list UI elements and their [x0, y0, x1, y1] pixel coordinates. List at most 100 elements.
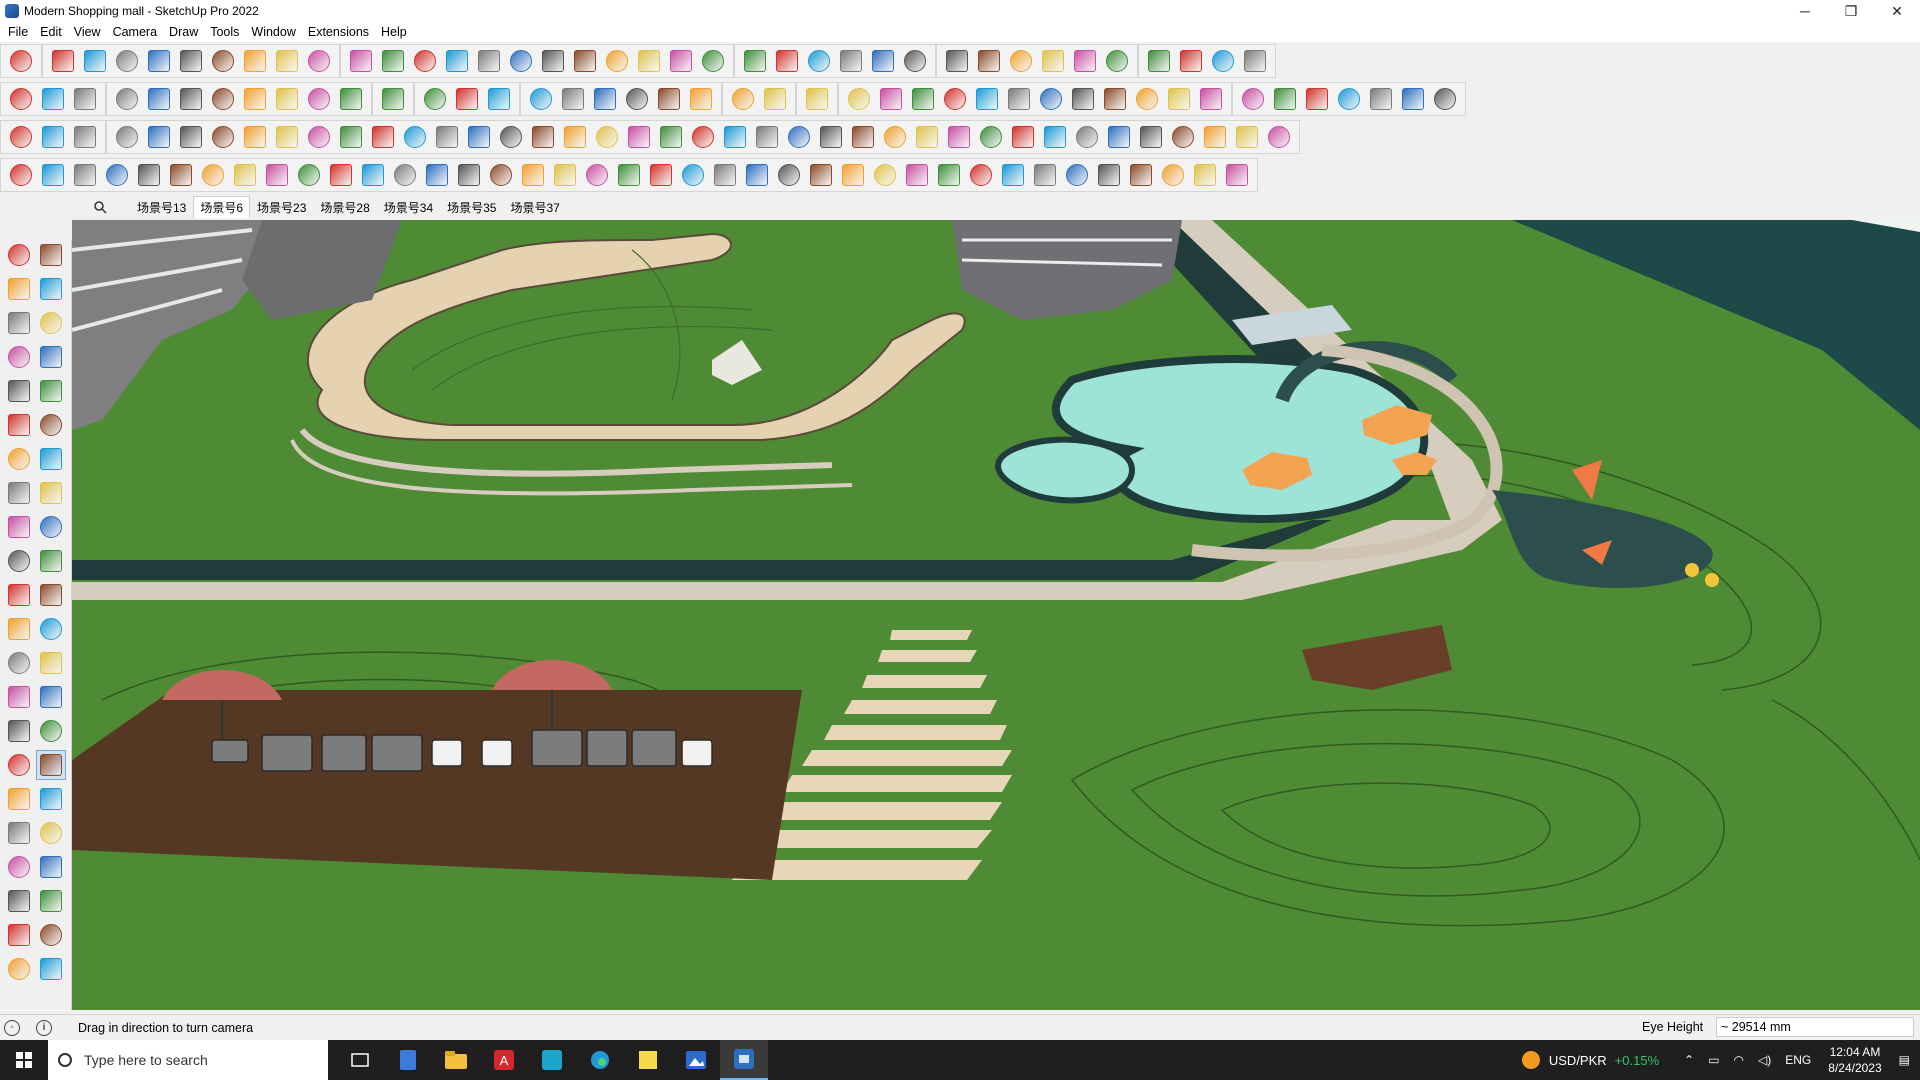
- toolbar-tool-icon[interactable]: [601, 45, 633, 77]
- toolbar-tool-icon[interactable]: [803, 45, 835, 77]
- large-tool-icon[interactable]: [36, 546, 66, 576]
- toolbar-tool-icon[interactable]: [69, 159, 101, 191]
- toolbar-tool-icon[interactable]: [815, 121, 847, 153]
- toolbar-tool-icon[interactable]: [47, 45, 79, 77]
- toolbar-tool-icon[interactable]: [451, 83, 483, 115]
- toolbar-tool-icon[interactable]: [421, 159, 453, 191]
- info-icon[interactable]: i: [36, 1019, 52, 1036]
- toolbar-tool-icon[interactable]: [1263, 121, 1295, 153]
- toolbar-tool-icon[interactable]: [1103, 121, 1135, 153]
- toolbar-tool-icon[interactable]: [5, 121, 37, 153]
- toolbar-tool-icon[interactable]: [973, 45, 1005, 77]
- toolbar-tool-icon[interactable]: [867, 45, 899, 77]
- toolbar-tool-icon[interactable]: [473, 45, 505, 77]
- toolbar-tool-icon[interactable]: [655, 121, 687, 153]
- toolbar-tool-icon[interactable]: [869, 159, 901, 191]
- model-viewport[interactable]: [72, 220, 1920, 1010]
- toolbar-tool-icon[interactable]: [1067, 83, 1099, 115]
- toolbar-tool-icon[interactable]: [1029, 159, 1061, 191]
- toolbar-tool-icon[interactable]: [559, 121, 591, 153]
- large-tool-icon[interactable]: [36, 308, 66, 338]
- large-tool-icon[interactable]: [36, 478, 66, 508]
- toolbar-tool-icon[interactable]: [1397, 83, 1429, 115]
- toolbar-tool-icon[interactable]: [293, 159, 325, 191]
- toolbar-tool-icon[interactable]: [965, 159, 997, 191]
- large-tool-icon[interactable]: [4, 818, 34, 848]
- toolbar-tool-icon[interactable]: [175, 45, 207, 77]
- toolbar-tool-icon[interactable]: [495, 121, 527, 153]
- acrobat-icon[interactable]: A: [480, 1040, 528, 1080]
- scene-tab[interactable]: 场景号23: [250, 196, 313, 219]
- toolbar-tool-icon[interactable]: [1175, 45, 1207, 77]
- large-tool-icon[interactable]: [4, 682, 34, 712]
- toolbar-tool-icon[interactable]: [1189, 159, 1221, 191]
- toolbar-tool-icon[interactable]: [527, 121, 559, 153]
- large-tool-icon[interactable]: [36, 240, 66, 270]
- file-explorer-icon[interactable]: [432, 1040, 480, 1080]
- toolbar-tool-icon[interactable]: [229, 159, 261, 191]
- large-tool-icon[interactable]: [36, 648, 66, 678]
- toolbar-tool-icon[interactable]: [101, 159, 133, 191]
- large-tool-icon[interactable]: [36, 580, 66, 610]
- toolbar-tool-icon[interactable]: [517, 159, 549, 191]
- large-tool-icon[interactable]: [4, 716, 34, 746]
- large-tool-icon[interactable]: [4, 920, 34, 950]
- large-tool-icon[interactable]: [4, 580, 34, 610]
- sticky-notes-icon[interactable]: [624, 1040, 672, 1080]
- toolbar-tool-icon[interactable]: [197, 159, 229, 191]
- toolbar-tool-icon[interactable]: [5, 159, 37, 191]
- large-tool-icon[interactable]: [36, 410, 66, 440]
- toolbar-tool-icon[interactable]: [613, 159, 645, 191]
- toolbar-tool-icon[interactable]: [37, 121, 69, 153]
- currency-widget[interactable]: USD/PKR +0.15%: [1521, 1050, 1659, 1070]
- clock[interactable]: 12:04 AM 8/24/2023: [1828, 1044, 1881, 1076]
- toolbar-tool-icon[interactable]: [879, 121, 911, 153]
- toolbar-tool-icon[interactable]: [843, 83, 875, 115]
- toolbar-tool-icon[interactable]: [1167, 121, 1199, 153]
- toolbar-tool-icon[interactable]: [1005, 45, 1037, 77]
- toolbar-tool-icon[interactable]: [1163, 83, 1195, 115]
- toolbar-tool-icon[interactable]: [569, 45, 601, 77]
- toolbar-tool-icon[interactable]: [1239, 45, 1271, 77]
- toolbar-tool-icon[interactable]: [207, 45, 239, 77]
- toolbar-tool-icon[interactable]: [303, 121, 335, 153]
- toolbar-tool-icon[interactable]: [1221, 159, 1253, 191]
- scene-tab[interactable]: 场景号34: [377, 196, 440, 219]
- toolbar-tool-icon[interactable]: [505, 45, 537, 77]
- menu-extensions[interactable]: Extensions: [302, 25, 375, 39]
- toolbar-tool-icon[interactable]: [357, 159, 389, 191]
- large-tool-icon[interactable]: [4, 410, 34, 440]
- toolbar-tool-icon[interactable]: [399, 121, 431, 153]
- toolbar-tool-icon[interactable]: [463, 121, 495, 153]
- large-tool-icon[interactable]: [36, 852, 66, 882]
- toolbar-tool-icon[interactable]: [847, 121, 879, 153]
- toolbar-tool-icon[interactable]: [69, 83, 101, 115]
- toolbar-tool-icon[interactable]: [1301, 83, 1333, 115]
- scene-tab[interactable]: 场景号28: [313, 196, 376, 219]
- toolbar-tool-icon[interactable]: [419, 83, 451, 115]
- toolbar-tool-icon[interactable]: [37, 159, 69, 191]
- menu-draw[interactable]: Draw: [163, 25, 204, 39]
- toolbar-tool-icon[interactable]: [771, 45, 803, 77]
- minimize-button[interactable]: ─: [1782, 0, 1828, 22]
- toolbar-tool-icon[interactable]: [589, 83, 621, 115]
- toolbar-tool-icon[interactable]: [1135, 121, 1167, 153]
- toolbar-tool-icon[interactable]: [485, 159, 517, 191]
- toolbar-tool-icon[interactable]: [1093, 159, 1125, 191]
- large-tool-icon[interactable]: [36, 716, 66, 746]
- photos-icon[interactable]: [672, 1040, 720, 1080]
- toolbar-tool-icon[interactable]: [79, 45, 111, 77]
- large-tool-icon[interactable]: [4, 784, 34, 814]
- sketchup-task-icon[interactable]: [720, 1040, 768, 1080]
- toolbar-tool-icon[interactable]: [939, 83, 971, 115]
- large-tool-icon[interactable]: [4, 546, 34, 576]
- menu-tools[interactable]: Tools: [204, 25, 245, 39]
- scene-tab[interactable]: 场景号37: [503, 196, 566, 219]
- toolbar-tool-icon[interactable]: [1199, 121, 1231, 153]
- menu-file[interactable]: File: [2, 25, 34, 39]
- toolbar-tool-icon[interactable]: [1429, 83, 1461, 115]
- task-view-icon[interactable]: [336, 1040, 384, 1080]
- large-tool-icon[interactable]: [36, 512, 66, 542]
- close-button[interactable]: ✕: [1874, 0, 1920, 22]
- large-tool-icon[interactable]: [36, 954, 66, 984]
